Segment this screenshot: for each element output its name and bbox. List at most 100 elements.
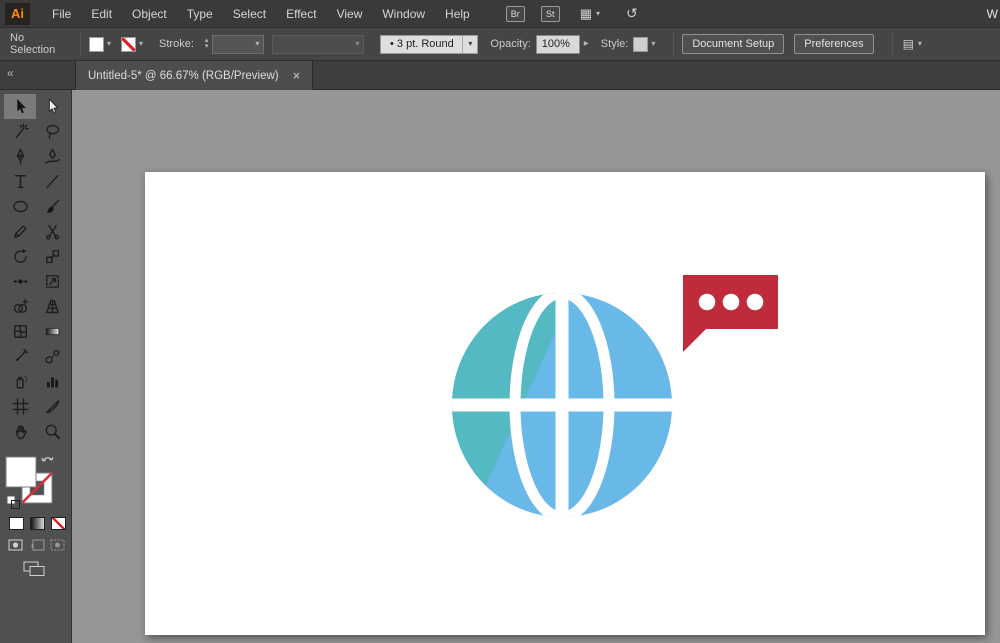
gradient-tool[interactable] bbox=[36, 319, 68, 344]
line-segment-tool[interactable] bbox=[36, 169, 68, 194]
column-graph-tool[interactable] bbox=[36, 369, 68, 394]
blend-tool-icon bbox=[44, 349, 59, 364]
bubble-dot-icon bbox=[698, 293, 716, 311]
artwork bbox=[380, 190, 778, 630]
scissors-tool-icon bbox=[45, 225, 59, 240]
drawing-modes-row bbox=[8, 539, 71, 551]
pencil-tool[interactable] bbox=[4, 219, 36, 244]
globe-graphic[interactable] bbox=[380, 190, 685, 630]
curvature-tool[interactable] bbox=[36, 144, 68, 169]
fill-stroke-widget bbox=[5, 452, 71, 513]
column-graph-tool-icon bbox=[46, 377, 58, 388]
slice-tool[interactable] bbox=[36, 394, 68, 419]
hand-tool[interactable] bbox=[4, 419, 36, 444]
chevron-down-icon[interactable]: ▾ bbox=[107, 40, 111, 48]
workspace-grid-icon: ▦ bbox=[579, 5, 593, 21]
width-tool-icon bbox=[12, 279, 28, 284]
chevron-down-icon: ▾ bbox=[651, 39, 656, 48]
none-button[interactable] bbox=[51, 517, 66, 530]
shape-builder-tool[interactable] bbox=[4, 294, 36, 319]
menu-window[interactable]: Window bbox=[372, 0, 435, 28]
control-bar: No Selection ▾ ▾ Stroke: ▴ ▾ ▾ ▾ • 3 pt.… bbox=[0, 28, 1000, 61]
draw-behind-icon[interactable] bbox=[29, 539, 45, 551]
stroke-swatch[interactable] bbox=[121, 36, 137, 52]
artboard-tool-icon bbox=[11, 398, 29, 415]
chevron-down-icon[interactable]: ▾ bbox=[139, 40, 143, 48]
speech-bubble-graphic[interactable] bbox=[683, 275, 778, 352]
mesh-tool[interactable] bbox=[4, 319, 36, 344]
scale-tool-icon bbox=[45, 250, 59, 264]
draw-inside-icon[interactable] bbox=[50, 539, 66, 551]
style-select[interactable]: ▾ bbox=[633, 36, 656, 52]
shape-builder-tool-icon bbox=[13, 299, 28, 313]
scale-tool[interactable] bbox=[36, 244, 68, 269]
chevron-down-icon: ▾ bbox=[355, 39, 360, 48]
width-tool[interactable] bbox=[4, 269, 36, 294]
pen-tool[interactable] bbox=[4, 144, 36, 169]
separator bbox=[673, 32, 675, 56]
stroke-color-control[interactable]: ▾ bbox=[121, 36, 143, 52]
draw-normal-icon[interactable] bbox=[8, 539, 24, 551]
screen-mode-icon bbox=[23, 561, 45, 576]
menu-edit[interactable]: Edit bbox=[81, 0, 122, 28]
collapse-panel-icon[interactable]: « bbox=[7, 66, 14, 80]
line-segment-tool-icon bbox=[45, 174, 59, 189]
canvas-pasteboard[interactable] bbox=[72, 90, 1000, 643]
perspective-grid-tool[interactable] bbox=[36, 294, 68, 319]
style-label: Style: bbox=[600, 38, 629, 50]
eyedropper-tool[interactable] bbox=[4, 344, 36, 369]
stroke-weight-select[interactable]: ▾ bbox=[212, 34, 265, 54]
preferences-button[interactable]: Preferences bbox=[794, 34, 874, 54]
style-swatch[interactable] bbox=[633, 36, 649, 52]
zoom-tool[interactable] bbox=[36, 419, 68, 444]
blend-tool[interactable] bbox=[36, 344, 68, 369]
menu-select[interactable]: Select bbox=[223, 0, 276, 28]
stock-button[interactable]: St bbox=[540, 5, 560, 22]
document-setup-button[interactable]: Document Setup bbox=[682, 34, 785, 54]
bubble-dot-icon bbox=[722, 293, 740, 311]
type-tool[interactable] bbox=[4, 169, 36, 194]
fill-swatch[interactable] bbox=[89, 36, 104, 52]
ellipse-tool[interactable] bbox=[4, 194, 36, 219]
fill-color-control[interactable]: ▾ bbox=[89, 36, 111, 52]
arrange-documents-button[interactable]: ▦ ▾ bbox=[580, 6, 600, 22]
color-button[interactable] bbox=[9, 517, 24, 530]
free-transform-tool-icon bbox=[45, 275, 59, 288]
chevron-down-icon: ▾ bbox=[255, 39, 260, 48]
free-transform-tool[interactable] bbox=[36, 269, 68, 294]
chevron-down-icon: ▾ bbox=[917, 39, 922, 48]
gradient-button[interactable] bbox=[30, 517, 45, 530]
magic-wand-tool[interactable] bbox=[4, 119, 36, 144]
mesh-tool-icon bbox=[13, 325, 27, 338]
stepper-down-icon[interactable]: ▾ bbox=[205, 43, 209, 50]
stroke-weight-stepper[interactable]: ▴ ▾ bbox=[205, 37, 209, 50]
artboard[interactable] bbox=[145, 172, 985, 635]
opacity-popout-icon[interactable]: ▸ bbox=[584, 39, 589, 49]
lasso-tool[interactable] bbox=[36, 119, 68, 144]
menu-view[interactable]: View bbox=[327, 0, 373, 28]
menu-object[interactable]: Object bbox=[122, 0, 177, 28]
direct-selection-tool[interactable] bbox=[36, 94, 68, 119]
sync-icon[interactable]: ↺ bbox=[626, 5, 638, 22]
symbol-sprayer-tool[interactable] bbox=[4, 369, 36, 394]
menu-help[interactable]: Help bbox=[435, 0, 480, 28]
fill-indicator[interactable] bbox=[5, 456, 37, 488]
scissors-tool[interactable] bbox=[36, 219, 68, 244]
close-icon[interactable]: × bbox=[293, 68, 301, 83]
menu-file[interactable]: File bbox=[42, 0, 81, 28]
screen-mode-button[interactable] bbox=[23, 561, 47, 580]
document-tab[interactable]: Untitled-5* @ 66.67% (RGB/Preview) × bbox=[75, 61, 314, 90]
bridge-button[interactable]: Br bbox=[505, 5, 525, 22]
menu-type[interactable]: Type bbox=[177, 0, 223, 28]
align-options-button[interactable]: ▤ ▾ bbox=[903, 37, 922, 51]
selection-tool[interactable] bbox=[4, 94, 36, 119]
brush-definition-select[interactable]: • 3 pt. Round ▾ bbox=[380, 34, 479, 54]
artboard-tool[interactable] bbox=[4, 394, 36, 419]
window-overflow-label: W bbox=[986, 7, 998, 21]
width-profile-select[interactable]: ▾ bbox=[272, 34, 365, 54]
opacity-input[interactable]: 100% bbox=[535, 34, 580, 54]
paintbrush-tool[interactable] bbox=[36, 194, 68, 219]
rotate-tool[interactable] bbox=[4, 244, 36, 269]
menu-effect[interactable]: Effect bbox=[276, 0, 326, 28]
direct-selection-tool-icon bbox=[48, 98, 58, 114]
